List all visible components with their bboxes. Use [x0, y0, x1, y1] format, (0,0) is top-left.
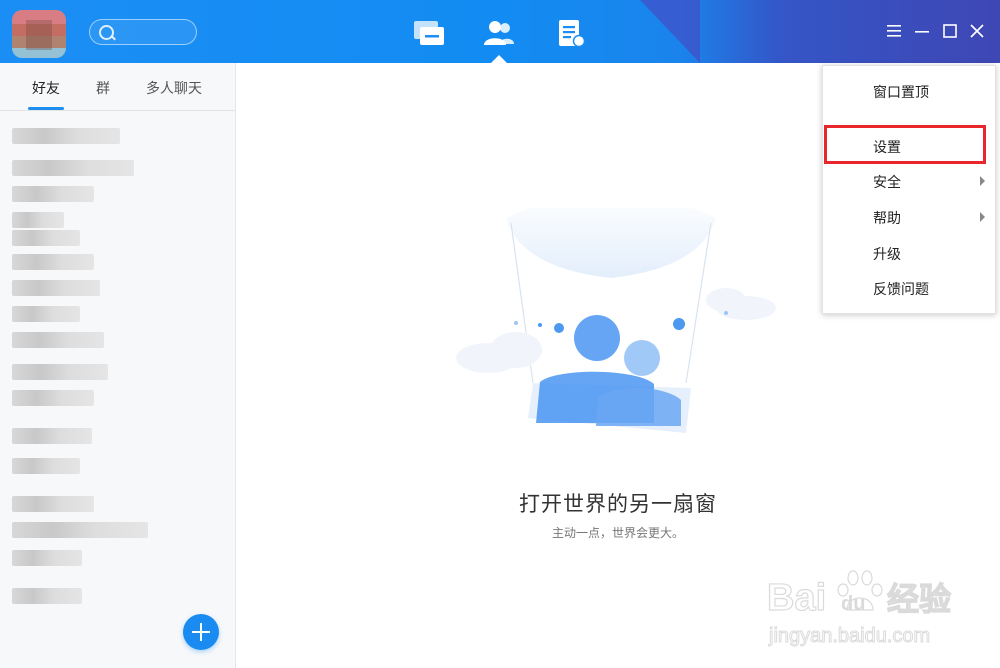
watermark-brand: Bai: [767, 577, 826, 619]
search-box[interactable]: [89, 19, 197, 45]
main-menu-button[interactable]: [885, 22, 903, 40]
main-dropdown-menu: 窗口置顶 设置 安全 帮助 升级 反馈问题: [822, 65, 996, 314]
list-item[interactable]: [12, 186, 94, 202]
menu-item-pin-window[interactable]: 窗口置顶: [823, 75, 995, 107]
list-item[interactable]: [12, 254, 94, 270]
list-item[interactable]: [12, 160, 134, 176]
balloon-illustration-svg: [456, 193, 776, 433]
list-item[interactable]: [12, 230, 80, 246]
list-item[interactable]: [12, 550, 82, 566]
menu-divider: [823, 119, 995, 120]
list-item[interactable]: [12, 428, 92, 444]
active-tab-underline: [28, 107, 64, 110]
empty-state-title: 打开世界的另一扇窗: [519, 492, 717, 516]
menu-item-upgrade[interactable]: 升级: [823, 237, 995, 269]
list-item[interactable]: [12, 496, 94, 512]
list-item[interactable]: [12, 280, 100, 296]
list-item[interactable]: [12, 128, 120, 144]
list-item[interactable]: [12, 522, 148, 538]
space-tab-icon[interactable]: [556, 18, 588, 48]
close-button[interactable]: [968, 22, 986, 40]
watermark-url: jingyan.baidu.com: [768, 625, 930, 647]
list-item[interactable]: [12, 212, 64, 228]
menu-item-label: 窗口置顶: [873, 85, 929, 101]
watermark-brand2: du: [841, 593, 865, 615]
active-tab-caret: [491, 55, 507, 63]
contact-tabs: 好友 群 多人聊天: [0, 63, 236, 111]
settings-highlight-box: [824, 125, 986, 164]
minimize-button[interactable]: [913, 22, 931, 40]
list-item[interactable]: [12, 306, 80, 322]
menu-item-label: 升级: [873, 247, 901, 263]
add-contact-button[interactable]: [183, 614, 219, 650]
empty-state-subtitle: 主动一点，世界会更大。: [551, 526, 684, 540]
title-bar: [0, 0, 1000, 63]
messages-tab-icon[interactable]: [413, 18, 445, 48]
submenu-arrow-icon: [980, 212, 985, 222]
contacts-sidebar: 好友 群 多人聊天: [0, 63, 236, 668]
list-item[interactable]: [12, 390, 94, 406]
tab-groups[interactable]: 群: [96, 78, 110, 98]
search-icon: [99, 25, 114, 40]
contacts-tab-icon[interactable]: [483, 18, 515, 48]
submenu-arrow-icon: [980, 176, 985, 186]
watermark-brand-cn: 经验: [887, 580, 951, 618]
avatar[interactable]: [12, 10, 66, 58]
balloon-illustration: [456, 193, 786, 448]
list-item[interactable]: [12, 332, 104, 348]
menu-item-feedback[interactable]: 反馈问题: [823, 272, 995, 304]
list-item[interactable]: [12, 588, 82, 604]
menu-item-label: 帮助: [873, 211, 901, 227]
title-decoration: [640, 0, 700, 63]
maximize-button[interactable]: [941, 22, 959, 40]
menu-item-label: 反馈问题: [873, 282, 929, 298]
list-item[interactable]: [12, 364, 108, 380]
menu-item-help[interactable]: 帮助: [823, 201, 995, 233]
tab-multi-chat[interactable]: 多人聊天: [146, 78, 202, 98]
menu-item-security[interactable]: 安全: [823, 165, 995, 197]
baidu-watermark: Bai du 经验 jingyan.baidu.com: [765, 560, 995, 660]
baidu-watermark-logo: Bai du 经验 jingyan.baidu.com: [766, 570, 952, 648]
list-item[interactable]: [12, 458, 80, 474]
menu-item-label: 安全: [873, 175, 901, 191]
tab-friends[interactable]: 好友: [32, 78, 60, 98]
